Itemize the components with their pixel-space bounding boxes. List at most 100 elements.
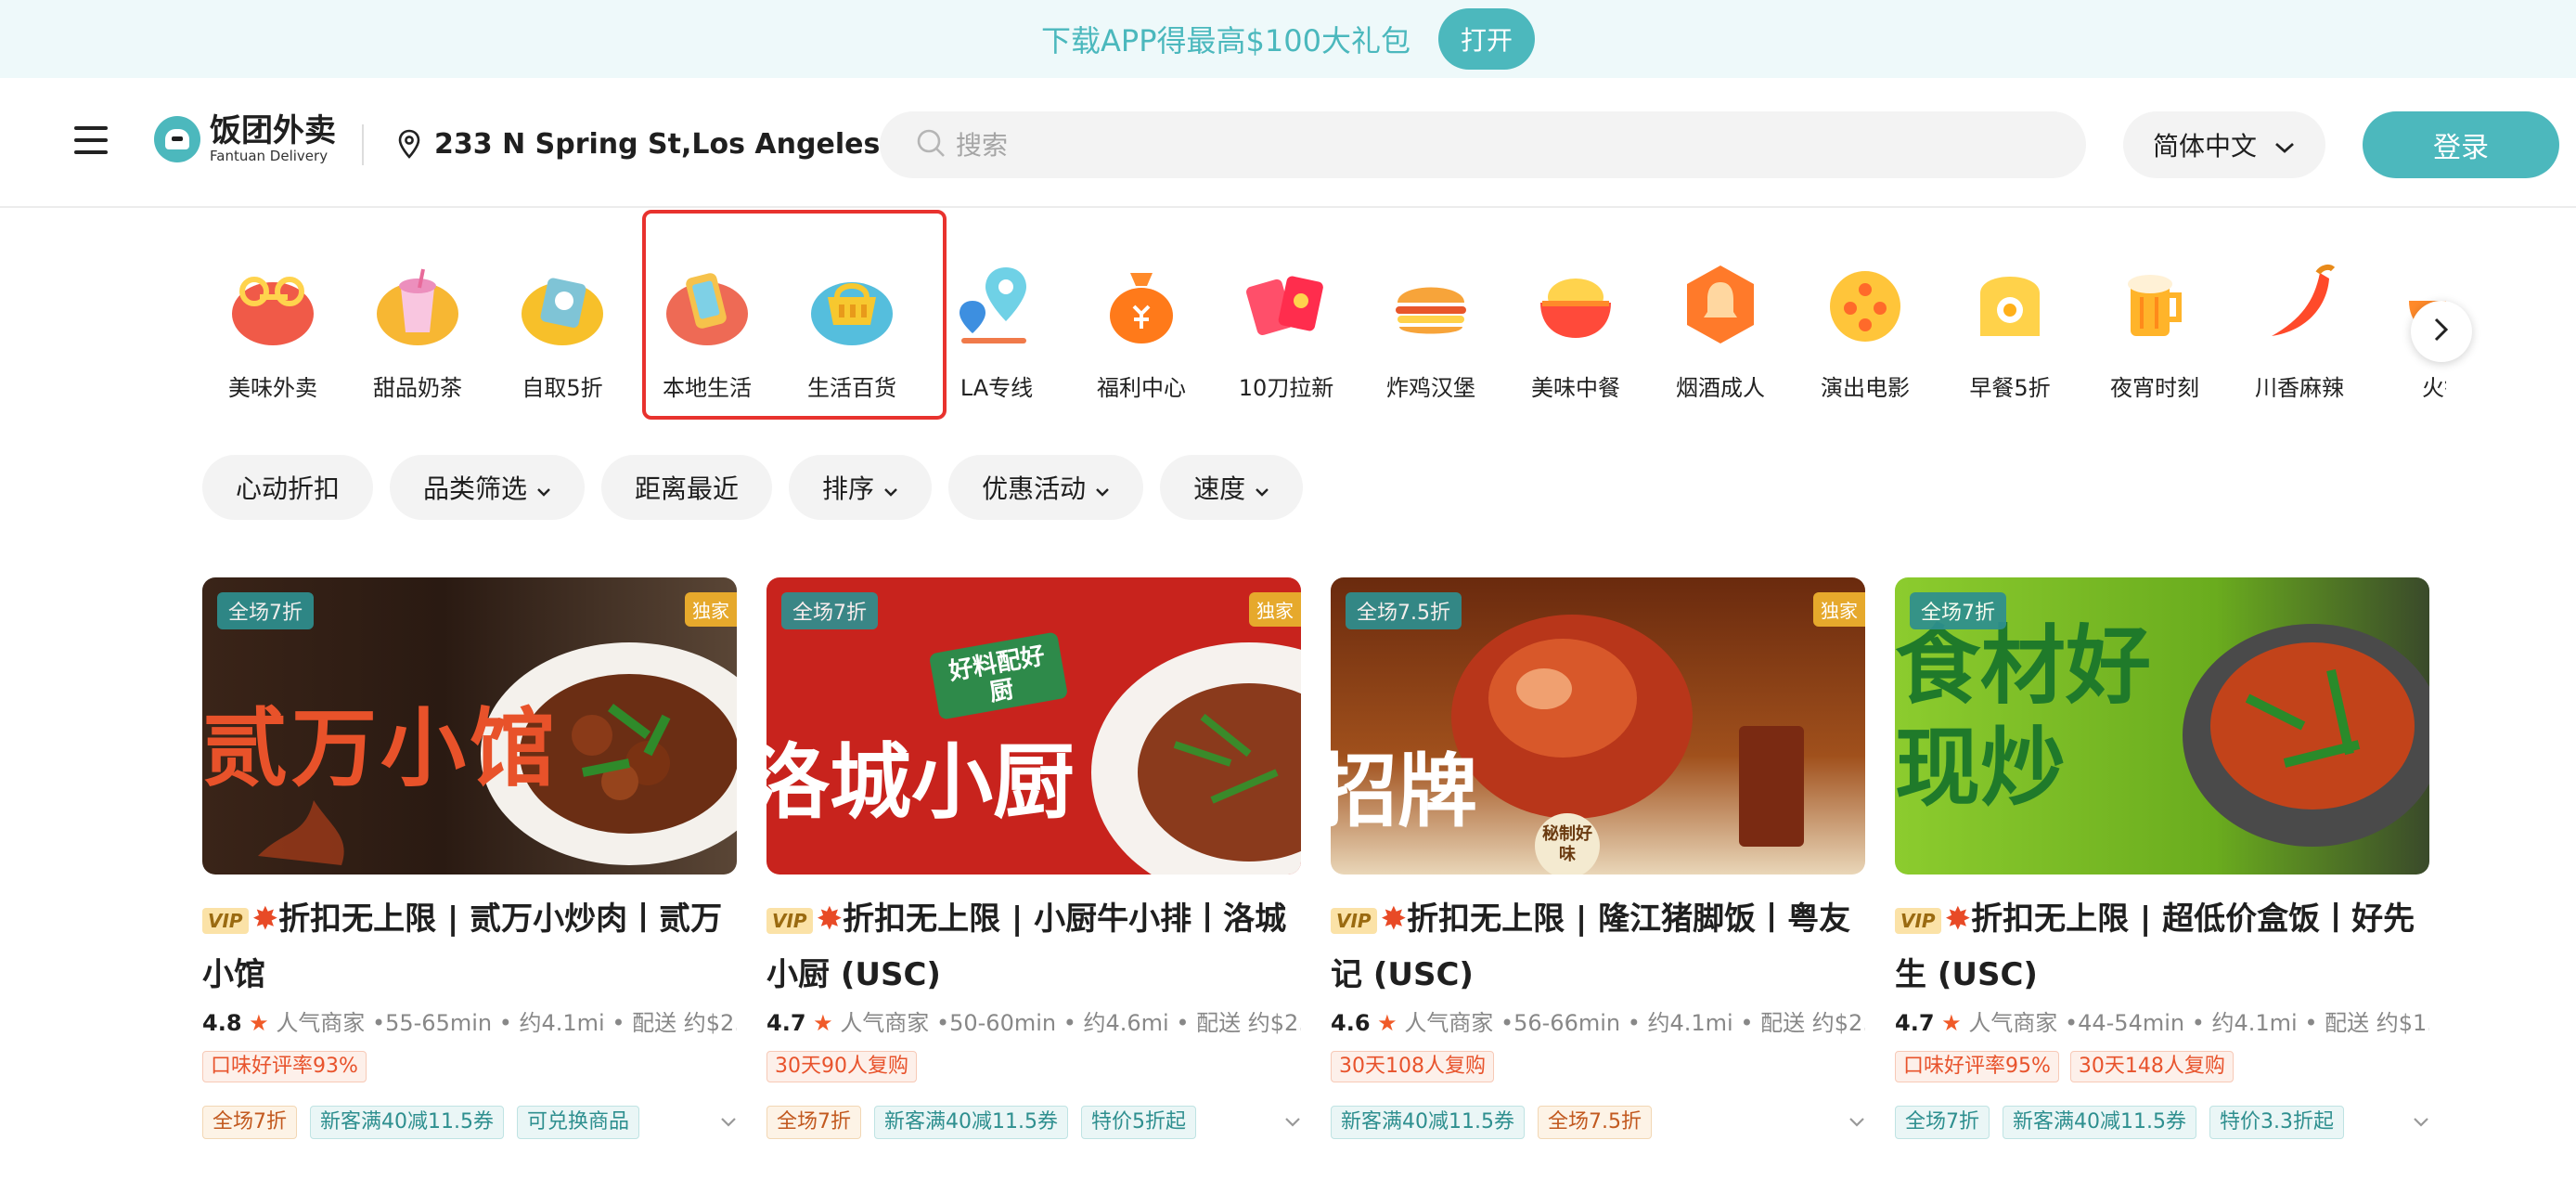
- sparkle-icon: ✸: [1380, 900, 1408, 938]
- hamburger-menu-icon[interactable]: [74, 126, 108, 154]
- restaurant-image-text: 食材好 现炒: [1895, 615, 2152, 818]
- logo-text-en: Fantuan Delivery: [210, 148, 328, 164]
- filter-chip-nearest[interactable]: 距离最近: [601, 455, 773, 520]
- expand-tags-chevron-icon[interactable]: [2413, 1114, 2429, 1132]
- meta-text: 人气商家 •55-65min • 约4.1mi • 配送 约$2.…: [276, 1010, 737, 1036]
- highlight-tags: 口味好评率95% 30天148人复购: [1895, 1051, 2429, 1082]
- discount-badge: 全场7折: [217, 592, 314, 629]
- highlight-tags: 口味好评率93%: [202, 1051, 737, 1082]
- restaurant-image[interactable]: 食材好 现炒 全场7折: [1895, 577, 2429, 875]
- restaurant-meta: 4.8 ★ 人气商家 •55-65min • 约4.1mi • 配送 约$2.…: [202, 1004, 737, 1042]
- category-breakfast[interactable]: 早餐5折: [1938, 251, 2082, 402]
- search-bar[interactable]: [880, 111, 2086, 178]
- filter-label: 速度: [1193, 473, 1246, 504]
- vip-badge: VIP: [1331, 907, 1377, 934]
- restaurant-meta: 4.6 ★ 人气商家 •56-66min • 约4.1mi • 配送 约$2.…: [1331, 1004, 1865, 1042]
- restaurant-card[interactable]: 好料配好厨 洛城小厨 全场7折 独家 VIP ✸折扣无上限 | 小厨牛小排丨洛城小…: [766, 577, 1301, 1140]
- category-tobacco-alcohol[interactable]: 烟酒成人: [1648, 251, 1793, 402]
- chili-icon: [2255, 260, 2344, 349]
- category-chinese-food[interactable]: 美味中餐: [1503, 251, 1648, 402]
- category-label: 火锅: [2422, 375, 2446, 401]
- download-promo-bar: 下载APP得最高$100大礼包 打开: [0, 0, 2576, 78]
- category-label: 美味中餐: [1531, 375, 1620, 401]
- restaurant-title-text: 折扣无上限 | 贰万小炒肉丨贰万小馆: [202, 900, 723, 993]
- promo-tags: 新客满40减11.5券 全场7.5折: [1331, 1105, 1865, 1140]
- star-icon: ★: [1941, 1010, 1962, 1036]
- promo-tag: 全场7折: [202, 1106, 297, 1139]
- restaurant-image-subtext: 秘制好味: [1535, 813, 1600, 875]
- restaurant-image[interactable]: 贰万小馆 全场7折 独家: [202, 577, 737, 875]
- category-la-route[interactable]: LA专线: [924, 251, 1069, 402]
- fantuan-logo[interactable]: 饭团外卖 Fantuan Delivery: [154, 115, 336, 163]
- location-pin-icon: [397, 129, 421, 159]
- header-divider: [362, 124, 364, 165]
- category-chicken-burger[interactable]: 炸鸡汉堡: [1359, 251, 1503, 402]
- category-sichuan-spicy[interactable]: 川香麻辣: [2227, 251, 2372, 402]
- expand-tags-chevron-icon[interactable]: [720, 1114, 737, 1132]
- category-local-life[interactable]: 本地生活: [635, 251, 779, 402]
- chevron-down-icon: [1095, 473, 1110, 503]
- category-label: 生活百货: [807, 375, 896, 401]
- filter-chip-category[interactable]: 品类筛选: [390, 455, 586, 520]
- category-welfare-center[interactable]: 福利中心: [1069, 251, 1214, 402]
- category-pickup-discount[interactable]: 自取5折: [490, 251, 635, 402]
- discount-badge: 全场7.5折: [1346, 592, 1462, 629]
- category-label: 甜品奶茶: [373, 375, 462, 401]
- chevron-down-icon: [1255, 473, 1269, 503]
- highlight-tag: 30天90人复购: [766, 1051, 917, 1082]
- restaurant-card[interactable]: 食材好 现炒 全场7折 VIP ✸折扣无上限 | 超低价盒饭丨好先生 (USC) …: [1895, 577, 2429, 1140]
- category-daily-goods[interactable]: 生活百货: [779, 251, 924, 402]
- filter-chip-speed[interactable]: 速度: [1160, 455, 1304, 520]
- star-icon: ★: [1377, 1010, 1397, 1036]
- login-button[interactable]: 登录: [2363, 111, 2559, 178]
- milk-tea-icon: [373, 260, 462, 349]
- rating-value: 4.8: [202, 1010, 242, 1036]
- language-selector[interactable]: 简体中文: [2123, 111, 2325, 178]
- category-food-delivery[interactable]: 美味外卖: [200, 251, 345, 402]
- restaurant-card[interactable]: 招牌 秘制好味 全场7.5折 独家 VIP ✸折扣无上限 | 隆江猪脚饭丨粤友记 …: [1331, 577, 1865, 1140]
- highlight-tag: 30天108人复购: [1331, 1051, 1494, 1082]
- carousel-next-button[interactable]: [2411, 301, 2472, 362]
- rice-bowl-icon: [1531, 260, 1620, 349]
- restaurant-title-text: 折扣无上限 | 超低价盒饭丨好先生 (USC): [1895, 900, 2415, 993]
- category-late-night[interactable]: 夜宵时刻: [2082, 251, 2227, 402]
- filter-chip-heart-discount[interactable]: 心动折扣: [202, 455, 374, 520]
- meta-text: 人气商家 •44-54min • 约4.1mi • 配送 约$1.…: [1968, 1010, 2429, 1036]
- logo-mark-icon: [154, 116, 200, 162]
- restaurant-card[interactable]: 贰万小馆 全场7折 独家 VIP ✸折扣无上限 | 贰万小炒肉丨贰万小馆 4.8 …: [202, 577, 737, 1140]
- filter-label: 品类筛选: [423, 473, 528, 504]
- expand-tags-chevron-icon[interactable]: [1848, 1114, 1865, 1132]
- top-header: 饭团外卖 Fantuan Delivery 233 N Spring St,Lo…: [0, 78, 2576, 208]
- restaurant-image[interactable]: 招牌 秘制好味 全场7.5折 独家: [1331, 577, 1865, 875]
- open-app-button[interactable]: 打开: [1437, 8, 1535, 70]
- filter-label: 优惠活动: [982, 473, 1087, 504]
- filter-label: 心动折扣: [236, 473, 341, 504]
- toast-icon: [1965, 260, 2054, 349]
- promo-tag: 全场7.5折: [1537, 1106, 1652, 1139]
- chevron-down-icon: [883, 473, 898, 503]
- category-referral[interactable]: 10刀拉新: [1214, 251, 1359, 402]
- category-label: 福利中心: [1097, 375, 1186, 401]
- promo-tag: 新客满40减11.5券: [874, 1106, 1068, 1139]
- location-selector[interactable]: 233 N Spring St,Los Angeles: [397, 121, 913, 167]
- restaurant-image-text: 贰万小馆: [202, 698, 560, 798]
- promo-tag: 可兑换商品: [516, 1106, 639, 1139]
- promo-tag: 特价5折起: [1080, 1106, 1196, 1139]
- sparkle-icon: ✸: [251, 900, 279, 938]
- category-label: 本地生活: [663, 375, 752, 401]
- filter-chip-sort[interactable]: 排序: [789, 455, 933, 520]
- category-dessert-tea[interactable]: 甜品奶茶: [345, 251, 490, 402]
- chevron-down-icon: [536, 473, 551, 503]
- restaurant-image-text: 洛城小厨: [766, 733, 1075, 830]
- search-input[interactable]: [956, 129, 2069, 161]
- category-shows-movies[interactable]: 演出电影: [1793, 251, 1938, 402]
- category-label: 美味外卖: [228, 375, 317, 401]
- meta-text: 人气商家 •50-60min • 约4.6mi • 配送 约$2.…: [840, 1010, 1301, 1036]
- expand-tags-chevron-icon[interactable]: [1284, 1114, 1301, 1132]
- restaurant-image[interactable]: 好料配好厨 洛城小厨 全场7折 独家: [766, 577, 1301, 875]
- rating-value: 4.7: [1895, 1010, 1935, 1036]
- sparkle-icon: ✸: [816, 900, 844, 938]
- category-label: 10刀拉新: [1238, 375, 1334, 401]
- filter-chip-promotions[interactable]: 优惠活动: [948, 455, 1144, 520]
- promo-text: 下载APP得最高$100大礼包: [1041, 23, 1410, 58]
